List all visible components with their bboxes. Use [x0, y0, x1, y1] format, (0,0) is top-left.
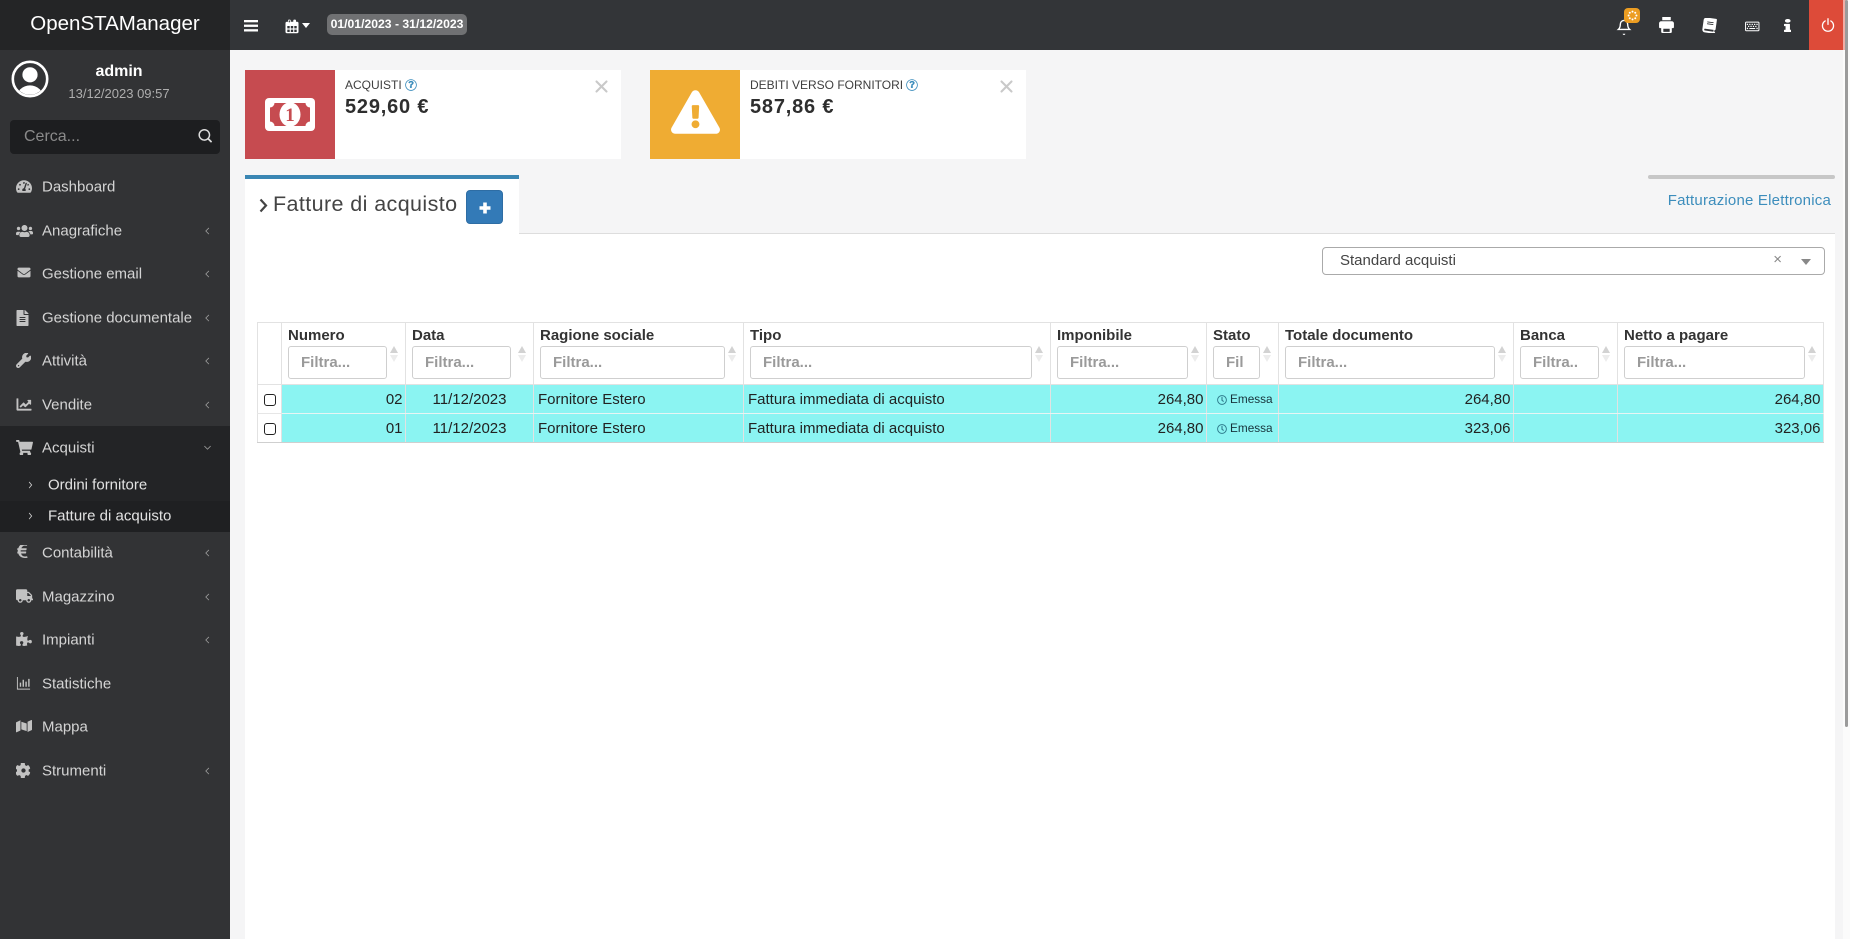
svg-text:1: 1 [285, 105, 295, 126]
